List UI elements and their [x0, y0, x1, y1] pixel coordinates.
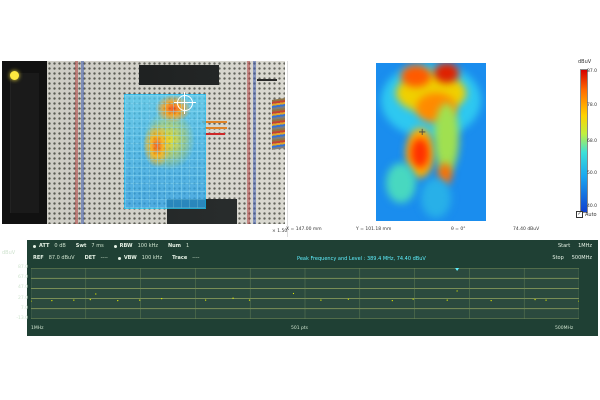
spectrum-analyzer: ATT 0 dB Swt 7 ms RBW 100 kHz Num 1 REF … — [2, 240, 598, 336]
spectrum-point — [205, 299, 207, 301]
vbw-value[interactable]: 100 kHz — [142, 255, 162, 261]
scale-tick: 68.0 — [587, 139, 598, 144]
auto-scale-toggle[interactable]: ✓ Auto — [576, 211, 597, 218]
y-axis-unit: dBuV — [2, 250, 16, 256]
spectrum-point — [31, 300, 32, 302]
rbw-dot-icon — [113, 244, 117, 248]
trace-label: Trace — [172, 255, 188, 261]
y-tick-label: -13.0 — [16, 316, 28, 321]
start-value: 1MHz — [578, 243, 592, 249]
start-label: Start — [557, 243, 571, 249]
swt-value[interactable]: 7 ms — [91, 243, 103, 249]
angle-readout: θ = 0° — [451, 227, 466, 232]
spectrum-point — [139, 299, 141, 301]
y-tick-label: 67.0 — [17, 275, 28, 281]
spectrum-point — [161, 298, 163, 300]
y-tick-label: 27.0 — [17, 295, 28, 301]
spectrum-point — [117, 300, 119, 302]
y-tick-label: 47.0 — [17, 285, 28, 291]
scale-tick: 50.0 — [587, 171, 598, 176]
spectrum-point — [347, 298, 349, 300]
spectrum-point — [51, 300, 53, 302]
x-tick-start: 1MHz — [31, 326, 44, 331]
trace-value[interactable]: ---- — [192, 255, 199, 261]
probe-indicator-icon — [10, 71, 19, 80]
spectrum-point — [490, 300, 492, 302]
scan-result-panel: + dBuV 87.0 78.0 68.0 50.0 40.0 ✓ Auto X… — [286, 59, 599, 237]
probe-crosshair-icon[interactable] — [174, 92, 196, 114]
spectrum-point — [320, 299, 322, 301]
level-readout: 74.40 dBuV — [513, 227, 540, 232]
spectrum-point — [95, 293, 97, 295]
x-tick-mid: 501 pts — [291, 326, 308, 331]
rbw-label: RBW — [119, 243, 133, 249]
heatmap-overlay — [124, 94, 206, 209]
enclosure-edge — [2, 61, 47, 224]
stop-label: Stop — [552, 255, 564, 261]
spectrum-point — [89, 299, 91, 301]
spectrum-point — [545, 299, 547, 301]
start-frequency[interactable]: Start 1MHz — [558, 243, 592, 249]
vbw-dot-icon — [117, 256, 121, 260]
spectrum-point — [534, 299, 536, 301]
x-coordinate: X = 147.00 mm — [286, 227, 322, 232]
spectrum-point — [292, 292, 295, 295]
scale-unit: dBuV — [578, 59, 592, 65]
spectrum-svg — [31, 268, 579, 319]
ref-label: REF — [33, 255, 44, 261]
stop-frequency[interactable]: Stop 500MHz — [552, 255, 592, 261]
x-tick-end: 500MHz — [555, 326, 574, 331]
camera-view[interactable] — [2, 61, 285, 224]
peak-readout: Peak Frequency and Level : 389.4 MHz, 74… — [297, 256, 426, 262]
y-tick-label: 87.0 — [17, 265, 28, 270]
spectrum-point — [391, 300, 393, 302]
spectrum-point — [412, 298, 414, 300]
ic-chip — [139, 65, 219, 85]
spectrum-plot[interactable]: 87.0 67.0 47.0 27.0 7.0 -13.0 — [16, 265, 579, 321]
scan-cursor-icon: + — [418, 127, 427, 138]
stop-value: 500MHz — [571, 255, 592, 261]
det-label: DET — [84, 255, 96, 261]
scale-tick: 78.0 — [587, 103, 598, 108]
spectrum-point — [232, 297, 234, 299]
att-label: ATT — [39, 243, 50, 249]
spectrum-point — [73, 299, 75, 301]
att-value[interactable]: 0 dB — [54, 243, 65, 249]
spectrum-point — [446, 299, 448, 301]
scan-heatmap[interactable] — [376, 63, 486, 221]
scale-tick: 87.0 — [587, 69, 598, 74]
rbw-value[interactable]: 100 kHz — [138, 243, 158, 249]
y-tick-label: 7.0 — [20, 305, 28, 311]
photo-scale-readout: × 1.50 — [272, 229, 288, 234]
num-value[interactable]: 1 — [186, 243, 189, 249]
spectrum-point — [248, 299, 251, 301]
peak-marker-icon — [455, 268, 460, 271]
scale-tick: 40.0 — [587, 204, 598, 209]
y-coordinate: Y = 101.18 mm — [356, 227, 392, 232]
spectrum-point — [578, 300, 579, 302]
ribbon-cable — [272, 92, 285, 150]
auto-checkbox[interactable]: ✓ — [576, 211, 583, 218]
det-value[interactable]: ---- — [101, 255, 108, 261]
ref-value[interactable]: 87.0 dBuV — [49, 255, 75, 261]
spectrum-point — [456, 290, 458, 292]
num-label: Num — [168, 243, 181, 249]
att-dot-icon — [33, 244, 36, 248]
swt-label: Swt — [75, 243, 87, 249]
auto-label: Auto — [585, 211, 597, 218]
vbw-label: VBW — [123, 255, 137, 261]
